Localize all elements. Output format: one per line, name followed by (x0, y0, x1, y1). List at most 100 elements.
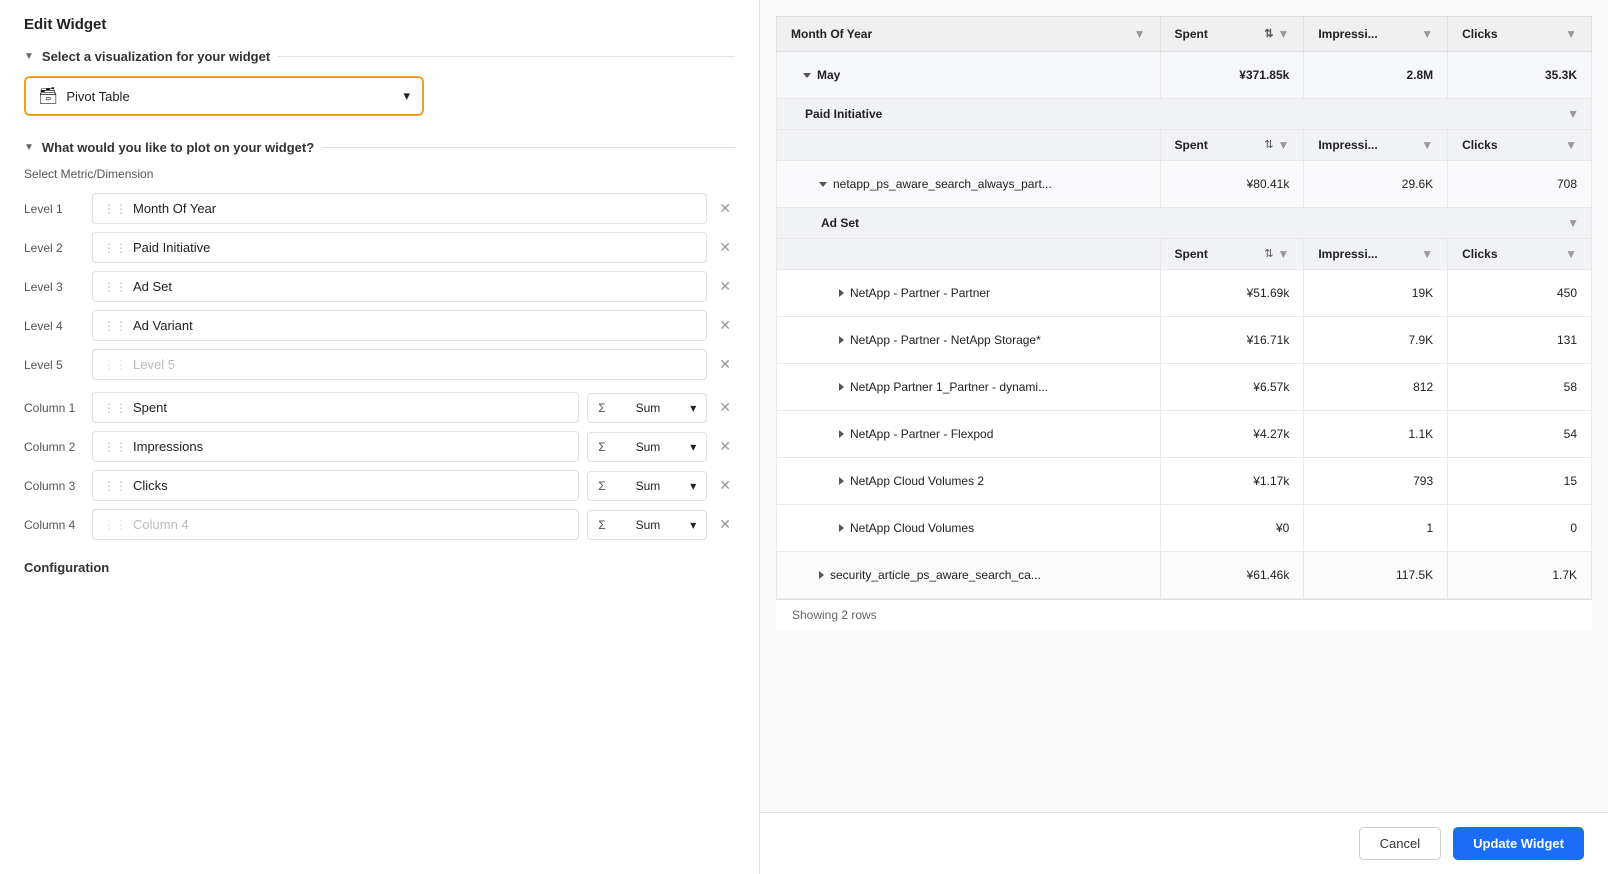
col-3-label: Column 3 (24, 479, 84, 493)
level-4-input[interactable]: ⋮⋮ Ad Variant (92, 310, 707, 341)
level-4-close-button[interactable]: ✕ (715, 315, 735, 336)
chevron-down-icon: ▾ (690, 518, 696, 532)
storage-spent: ¥16.71k (1160, 317, 1304, 364)
clicks-filter-icon[interactable]: ▼ (1565, 27, 1577, 41)
flexpod-label-cell: NetApp - Partner - Flexpod (777, 411, 1161, 458)
col-1-value: Spent (133, 400, 167, 415)
as-filter-icon[interactable]: ▼ (1277, 247, 1289, 261)
col-header-row: Month Of Year ▼ Spent ⇅ ▼ (777, 17, 1592, 52)
table-container[interactable]: Month Of Year ▼ Spent ⇅ ▼ (760, 0, 1608, 812)
level-3-label: Level 3 (24, 280, 84, 294)
may-expand-icon[interactable] (803, 73, 811, 78)
drag-icon: ⋮⋮ (103, 319, 127, 333)
viz-selected-label: Pivot Table (66, 89, 129, 104)
may-impressions: 2.8M (1304, 52, 1448, 99)
level-1-input[interactable]: ⋮⋮ Month Of Year (92, 193, 707, 224)
cloud2-expand-icon[interactable] (839, 477, 844, 485)
pivot-table-icon: 🗃 (38, 86, 58, 106)
cloud2-clicks: 15 (1448, 458, 1592, 505)
drag-icon: ⋮⋮ (103, 280, 127, 294)
col-header-filter-icon[interactable]: ▼ (1134, 27, 1146, 41)
sigma-icon: Σ (598, 401, 605, 415)
col-header-spent: Spent ⇅ ▼ (1160, 17, 1304, 52)
pi-sort-icon[interactable]: ⇅ (1264, 138, 1273, 152)
level-1-value: Month Of Year (133, 201, 216, 216)
impressions-filter-icon[interactable]: ▼ (1421, 27, 1433, 41)
cloud-expand-icon[interactable] (839, 524, 844, 532)
storage-expand-icon[interactable] (839, 336, 844, 344)
pi-filter-icon[interactable]: ▼ (1277, 138, 1289, 152)
paid-initiative-impressions-header: Impressi... ▼ (1304, 130, 1448, 161)
flexpod-expand-icon[interactable] (839, 430, 844, 438)
data-row-partner: NetApp - Partner - Partner ¥51.69k 19K 4… (777, 270, 1592, 317)
cancel-button[interactable]: Cancel (1359, 827, 1441, 860)
adset-clicks-header: Clicks ▼ (1448, 239, 1592, 270)
paid-initiative-col-header-row: Spent ⇅ ▼ Impressi... ▼ (777, 130, 1592, 161)
col-3-agg-select[interactable]: Σ Sum ▾ (587, 471, 707, 501)
paid-initiative-clicks-header: Clicks ▼ (1448, 130, 1592, 161)
partner-expand-icon[interactable] (839, 289, 844, 297)
level-2-value: Paid Initiative (133, 240, 210, 255)
col-1-agg-select[interactable]: Σ Sum ▾ (587, 393, 707, 423)
dropdown-chevron-icon: ▾ (403, 88, 410, 104)
level-2-input[interactable]: ⋮⋮ Paid Initiative (92, 232, 707, 263)
pi-clicks-filter-icon[interactable]: ▼ (1565, 138, 1577, 152)
security-spent: ¥61.46k (1160, 552, 1304, 599)
paid-initiative-label: Paid Initiative (805, 107, 882, 121)
storage-label-cell: NetApp - Partner - NetApp Storage* (777, 317, 1161, 364)
adset-filter-icon[interactable]: ▼ (1567, 216, 1579, 230)
cloud2-label: NetApp Cloud Volumes 2 (850, 474, 984, 488)
netapp-ps-clicks: 708 (1448, 161, 1592, 208)
drag-icon: ⋮⋮ (103, 241, 127, 255)
level-4-label: Level 4 (24, 319, 84, 333)
col-1-input[interactable]: ⋮⋮ Spent (92, 392, 579, 423)
level-5-close-button[interactable]: ✕ (715, 354, 735, 375)
viz-dropdown[interactable]: 🗃 Pivot Table ▾ (24, 76, 424, 116)
col-2-input[interactable]: ⋮⋮ Impressions (92, 431, 579, 462)
as-impressions-filter-icon[interactable]: ▼ (1421, 247, 1433, 261)
storage-clicks: 131 (1448, 317, 1592, 364)
level-5-value: Level 5 (133, 357, 175, 372)
filter-icon[interactable]: ▼ (1277, 27, 1289, 41)
may-label: May (817, 68, 840, 82)
as-sort-icon[interactable]: ⇅ (1264, 247, 1273, 261)
cloud-clicks: 0 (1448, 505, 1592, 552)
col-header-dimension: Month Of Year ▼ (777, 17, 1161, 52)
paid-initiative-filter-icon[interactable]: ▼ (1567, 107, 1579, 121)
level-1-close-button[interactable]: ✕ (715, 198, 735, 219)
security-expand-icon[interactable] (819, 571, 824, 579)
pi-impressions-filter-icon[interactable]: ▼ (1421, 138, 1433, 152)
column-row-4: Column 4 ⋮⋮ Column 4 Σ Sum ▾ ✕ (24, 509, 735, 540)
col-header-impressions-label: Impressi... (1318, 27, 1377, 41)
col-3-input[interactable]: ⋮⋮ Clicks (92, 470, 579, 501)
column-row-3: Column 3 ⋮⋮ Clicks Σ Sum ▾ ✕ (24, 470, 735, 501)
level-3-input[interactable]: ⋮⋮ Ad Set (92, 271, 707, 302)
as-clicks-label: Clicks (1462, 247, 1497, 261)
sort-icon[interactable]: ⇅ (1264, 27, 1273, 41)
col-4-input[interactable]: ⋮⋮ Column 4 (92, 509, 579, 540)
col-2-agg-select[interactable]: Σ Sum ▾ (587, 432, 707, 462)
col-1-close-button[interactable]: ✕ (715, 397, 735, 418)
viz-section-chevron: ▼ (24, 51, 34, 62)
col-4-agg-select[interactable]: Σ Sum ▾ (587, 510, 707, 540)
dynami-expand-icon[interactable] (839, 383, 844, 391)
col-3-close-button[interactable]: ✕ (715, 475, 735, 496)
as-clicks-filter-icon[interactable]: ▼ (1565, 247, 1577, 261)
netapp-ps-row: netapp_ps_aware_search_always_part... ¥8… (777, 161, 1592, 208)
col-4-agg-label: Sum (636, 518, 661, 532)
col-1-agg-label: Sum (636, 401, 661, 415)
netapp-ps-label-cell: netapp_ps_aware_search_always_part... (777, 161, 1161, 208)
footer: Cancel Update Widget (760, 812, 1608, 874)
col-4-close-button[interactable]: ✕ (715, 514, 735, 535)
may-spent: ¥371.85k (1160, 52, 1304, 99)
level-3-close-button[interactable]: ✕ (715, 276, 735, 297)
netapp-ps-expand-icon[interactable] (819, 182, 827, 187)
level-5-input[interactable]: ⋮⋮ Level 5 (92, 349, 707, 380)
level-2-close-button[interactable]: ✕ (715, 237, 735, 258)
page-title: Edit Widget (24, 16, 735, 33)
drag-icon: ⋮⋮ (103, 479, 127, 493)
update-widget-button[interactable]: Update Widget (1453, 827, 1584, 860)
col-2-close-button[interactable]: ✕ (715, 436, 735, 457)
cloud2-label-cell: NetApp Cloud Volumes 2 (777, 458, 1161, 505)
security-article-row: security_article_ps_aware_search_ca... ¥… (777, 552, 1592, 599)
